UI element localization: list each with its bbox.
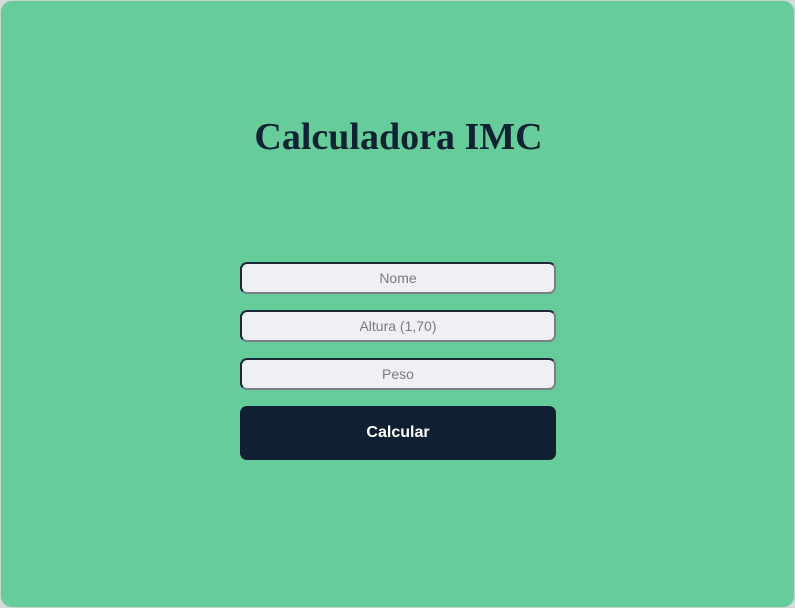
imc-calculator-panel: Calculadora IMC Calcular [0,0,795,608]
imc-form: Calcular [240,262,556,460]
weight-input[interactable] [240,358,556,390]
page-title: Calculadora IMC [254,116,543,158]
calculate-button[interactable]: Calcular [240,406,556,460]
name-input[interactable] [240,262,556,294]
height-input[interactable] [240,310,556,342]
